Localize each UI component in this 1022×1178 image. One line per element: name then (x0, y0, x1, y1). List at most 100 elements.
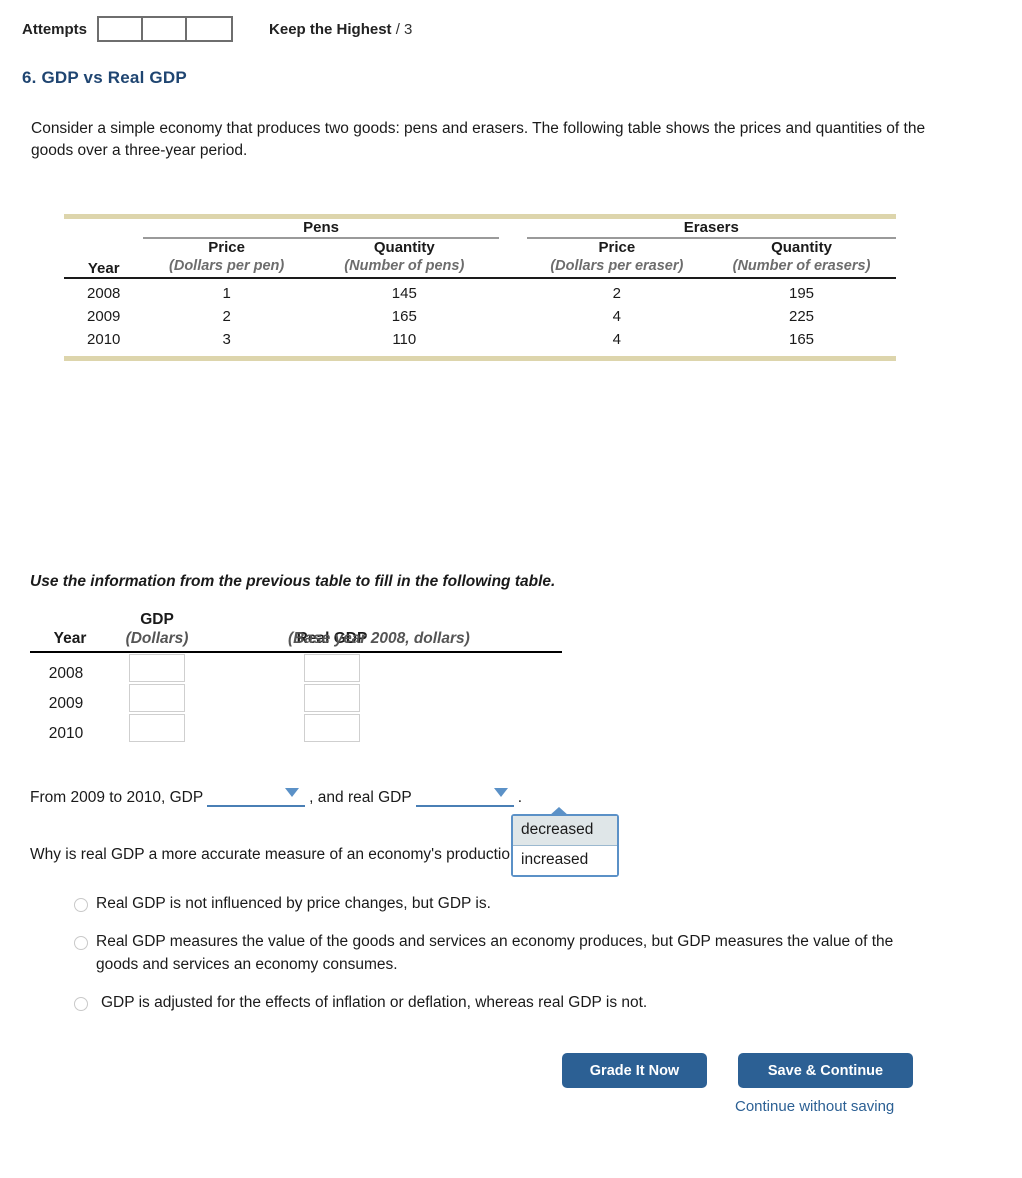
table1-r1-pen-qty: 165 (391, 308, 417, 326)
table1-col-gap (499, 238, 527, 277)
table2-r0-tail (380, 652, 562, 683)
table1-corner (64, 219, 143, 238)
gdp-input-2008[interactable] (129, 654, 185, 683)
table1-header-pen-qty: Quantity (Number of pens) (310, 238, 499, 277)
table-row: 2010 3 110 4 165 (64, 328, 896, 356)
table1-r1-pen-price: 2 (222, 308, 231, 326)
grade-it-now-button[interactable]: Grade It Now (562, 1053, 707, 1088)
radio-icon[interactable] (74, 997, 88, 1012)
keep-highest-value: / 3 (395, 20, 413, 38)
table2-r1-year: 2009 (48, 695, 84, 713)
table1-header-eraser-qty: Quantity (Number of erasers) (707, 238, 896, 277)
radio-icon[interactable] (74, 936, 88, 951)
fill-instruction: Use the information from the previous ta… (30, 573, 556, 590)
table2-header-year: Year (30, 610, 110, 654)
table1-r0-pen-price: 1 (222, 285, 231, 303)
intro-paragraph: Consider a simple economy that produces … (31, 120, 926, 160)
table1-header-year: Year (87, 260, 120, 278)
real-gdp-input-2008[interactable] (304, 654, 360, 683)
table1-header-pen-price-unit: (Dollars per pen) (169, 257, 285, 274)
table1-r2-pen-qty: 110 (392, 331, 417, 349)
gdp-answer-table: Year GDP (Dollars) Real GDP (Base year 2… (30, 610, 562, 743)
answer-options-list: Real GDP is not influenced by price chan… (74, 893, 934, 1031)
answer-option-2[interactable]: Real GDP measures the value of the goods… (74, 931, 934, 976)
prices-quantities-table: Pens Erasers Year Price (Dollars per pen… (64, 214, 896, 362)
trend-sentence-part3: . (517, 789, 523, 806)
table1-r0-gap (499, 278, 527, 305)
answer-option-3-label: GDP is adjusted for the effects of infla… (101, 994, 648, 1012)
table1-header-pen-qty-unit: (Number of pens) (344, 257, 465, 274)
table1-r1-eraser-qty: 225 (788, 308, 815, 326)
table1-group-gap (499, 219, 527, 238)
table1-r0-year: 2008 (87, 285, 121, 303)
answer-option-1[interactable]: Real GDP is not influenced by price chan… (74, 893, 934, 915)
table1-header-eraser-qty-title: Quantity (771, 239, 832, 256)
keep-highest-label: Keep the Highest (269, 20, 392, 38)
table2-r1-gap (204, 683, 284, 713)
table1-header-pen-price-title: Price (208, 239, 245, 256)
trend-sentence-part2: , and real GDP (309, 789, 412, 806)
table1-r0-eraser-price: 2 (612, 285, 622, 303)
table2-r2-real-cell (284, 713, 380, 743)
table1-group-pens: Pens (143, 219, 499, 239)
table2-header-real-gdp-sub-cell: (Base year 2008, dollars) (288, 610, 562, 654)
real-gdp-input-2009[interactable] (304, 684, 360, 713)
table-row: 2010 (30, 713, 562, 743)
radio-icon[interactable] (74, 898, 88, 912)
table2-header-gdp-title: GDP (140, 611, 174, 628)
table2-r1-gdp-cell (110, 683, 204, 713)
table1-r2-year: 2010 (87, 331, 121, 349)
table2-header-gdp-sub: (Dollars) (125, 629, 189, 647)
chevron-down-icon (493, 788, 508, 797)
table1-header-eraser-price-unit: (Dollars per eraser) (550, 257, 684, 274)
page-title: 6. GDP vs Real GDP (22, 68, 187, 87)
table2-header-real-gdp-sub: (Base year 2008, dollars) (288, 629, 470, 647)
real-gdp-trend-dropdown[interactable] (415, 786, 514, 807)
table2-r1-tail (380, 683, 562, 713)
table1-r1-year: 2009 (87, 308, 121, 326)
attempt-box-3 (187, 18, 232, 40)
table1-header-eraser-qty-unit: (Number of erasers) (732, 257, 871, 274)
gdp-input-2010[interactable] (129, 714, 185, 743)
table2-r2-gap (204, 713, 284, 743)
table-row: 2009 2 165 4 225 (64, 305, 896, 328)
gdp-trend-dropdown[interactable] (207, 786, 306, 807)
trend-sentence-part1: From 2009 to 2010, GDP (30, 789, 204, 806)
table2-r0-year: 2008 (48, 665, 84, 683)
table-row: 2009 (30, 683, 562, 713)
table1-header-eraser-price-title: Price (598, 239, 636, 256)
table2-r0-gdp-cell (110, 652, 204, 683)
table-row: 2008 (30, 652, 562, 683)
keep-highest: Keep the Highest / 3 (269, 21, 412, 38)
trend-sentence: From 2009 to 2010, GDP , and real GDP. (30, 786, 522, 807)
dropdown-pointer-icon (549, 807, 569, 816)
answer-option-2-label: Real GDP measures the value of the goods… (96, 933, 894, 973)
dropdown-option-decreased[interactable]: decreased (513, 816, 617, 846)
table2-r2-gdp-cell (110, 713, 204, 743)
table2-r2-year: 2010 (48, 725, 84, 743)
dropdown-option-increased[interactable]: increased (513, 846, 617, 875)
attempts-boxes (97, 16, 234, 42)
attempt-box-1 (99, 18, 144, 40)
table2-r1-real-cell (284, 683, 380, 713)
table2-r0-gap (204, 652, 284, 683)
answer-option-3[interactable]: GDP is adjusted for the effects of infla… (74, 992, 934, 1014)
dropdown-popup: decreased increased (511, 807, 619, 877)
table1-header-pen-price: Price (Dollars per pen) (143, 238, 309, 277)
table1-group-erasers: Erasers (526, 219, 896, 239)
save-and-continue-button[interactable]: Save & Continue (738, 1053, 913, 1088)
table1-r2-gap (499, 328, 527, 356)
continue-without-saving-link[interactable]: Continue without saving (735, 1098, 894, 1115)
table-row: 2008 1 145 2 195 (64, 278, 896, 305)
table2-header-gdp: GDP (Dollars) (110, 610, 204, 654)
table1-r2-eraser-qty: 165 (788, 331, 815, 349)
table2-header-gap (204, 610, 284, 654)
table1-r2-pen-price: 3 (222, 331, 231, 349)
gdp-input-2009[interactable] (129, 684, 185, 713)
table1-r0-eraser-qty: 195 (788, 285, 815, 303)
real-gdp-input-2010[interactable] (304, 714, 360, 743)
attempts-label: Attempts (22, 20, 88, 38)
table1-r0-pen-qty: 145 (391, 285, 417, 303)
table2-r0-real-cell (284, 652, 380, 683)
answer-option-1-label: Real GDP is not influenced by price chan… (96, 895, 491, 912)
